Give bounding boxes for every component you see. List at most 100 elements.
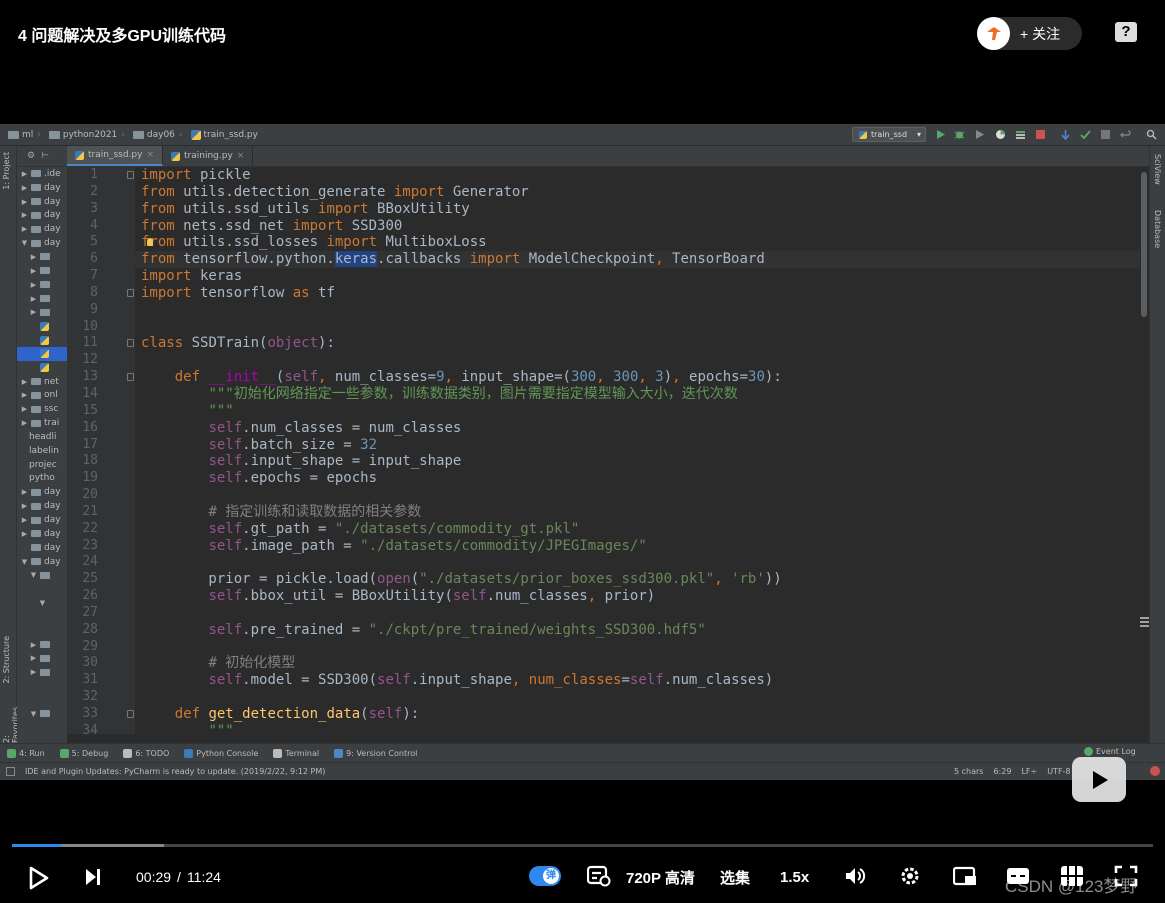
chevron-down-icon[interactable]: ▼	[38, 599, 47, 607]
chevron-right-icon[interactable]: ▶	[29, 654, 38, 662]
fold-marker-icon[interactable]	[127, 339, 134, 348]
profile-icon[interactable]	[995, 129, 1006, 140]
project-tree-item[interactable]: ▶ day	[17, 195, 67, 209]
stop-icon[interactable]	[1035, 129, 1046, 140]
code-line[interactable]: """	[135, 403, 1140, 420]
project-tree-item[interactable]: ▶	[17, 665, 67, 679]
chevron-right-icon[interactable]: ▶	[20, 530, 29, 538]
chevron-right-icon[interactable]: ▶	[29, 253, 38, 261]
chevron-right-icon[interactable]: ▶	[29, 295, 38, 303]
fold-marker-icon[interactable]	[127, 171, 134, 179]
chevron-down-icon[interactable]: ▼	[29, 571, 38, 579]
tab-train-ssd[interactable]: train_ssd.py ×	[67, 146, 163, 166]
code-line[interactable]	[135, 487, 1140, 504]
chevron-right-icon[interactable]: ▶	[20, 211, 29, 219]
code-line[interactable]	[135, 605, 1140, 622]
scrollbar-thumb[interactable]	[1141, 172, 1147, 317]
center-play-button[interactable]	[1072, 757, 1126, 802]
chevron-right-icon[interactable]: ▶	[20, 405, 29, 413]
project-tree-item[interactable]: projec	[17, 458, 67, 472]
code-line[interactable]	[135, 689, 1140, 706]
line-separator[interactable]: LF÷	[1021, 767, 1037, 776]
project-tree-item[interactable]: ▶ .ide	[17, 167, 67, 181]
vcs-update-icon[interactable]	[1060, 129, 1071, 140]
volume-icon[interactable]	[845, 866, 867, 886]
search-icon[interactable]	[1146, 129, 1157, 140]
chevron-right-icon[interactable]: ▶	[20, 502, 29, 510]
breadcrumb-ml[interactable]: ml	[8, 130, 33, 140]
project-tree-item[interactable]	[17, 333, 67, 347]
code-line[interactable]: """	[135, 723, 1140, 734]
project-tree-item[interactable]: ▶ day	[17, 209, 67, 223]
code-line[interactable]: self.bbox_util = BBoxUtility(self.num_cl…	[135, 588, 1140, 605]
project-tree-item[interactable]: ▶ day	[17, 527, 67, 541]
project-tree-item[interactable]: ▼	[17, 568, 67, 582]
code-line[interactable]	[135, 319, 1140, 336]
project-tree-item[interactable]: ▼	[17, 596, 67, 610]
structure-tool-tab[interactable]: 2: Structure	[2, 636, 11, 684]
danmaku-settings-icon[interactable]	[587, 865, 611, 887]
code-line[interactable]: """初始化网络指定一些参数，训练数据类别，图片需要指定模型输入大小，迭代次数	[135, 386, 1140, 403]
project-tree-item[interactable]: ▶ day	[17, 222, 67, 236]
tool-button-version-control[interactable]: 9: Version Control	[334, 748, 417, 758]
breadcrumb-train-ssd[interactable]: train_ssd.py	[190, 129, 258, 140]
chevron-right-icon[interactable]: ▶	[20, 391, 29, 399]
line-number-gutter[interactable]: 1 2 3 4 5 6 7 8 9 10 11 12 13 14 15 16 17 18 19 20 21 22 23 24 2…	[67, 167, 135, 734]
playback-speed-button[interactable]: 1.5x	[780, 863, 809, 891]
code-line[interactable]: self.batch_size = 32	[135, 437, 1140, 454]
project-tree-item[interactable]: ▼	[17, 707, 67, 721]
project-tree-item[interactable]	[17, 582, 67, 596]
project-tree-item[interactable]: ▶	[17, 292, 67, 306]
project-tree-item[interactable]: day	[17, 541, 67, 555]
project-tree-item[interactable]: headli	[17, 430, 67, 444]
chevron-right-icon[interactable]: ▶	[29, 668, 38, 676]
code-line[interactable]: from utils.detection_generate import Gen…	[135, 184, 1140, 201]
code-line[interactable]: self.epochs = epochs	[135, 470, 1140, 487]
chevron-right-icon[interactable]: ▶	[29, 267, 38, 275]
code-line[interactable]: from nets.ssd_net import SSD300	[135, 218, 1140, 235]
project-tree-item[interactable]: ▶	[17, 305, 67, 319]
follow-button[interactable]: + 关注	[1020, 24, 1060, 44]
chevron-right-icon[interactable]: ▶	[20, 225, 29, 233]
project-tree-item[interactable]: ▶	[17, 250, 67, 264]
chevron-down-icon[interactable]: ▼	[29, 710, 38, 718]
status-toggle-icon[interactable]	[6, 767, 15, 776]
code-line[interactable]: from tensorflow.python.keras.callbacks i…	[135, 251, 1140, 269]
project-tree-item[interactable]	[17, 610, 67, 624]
code-line[interactable]: self.input_shape = input_shape	[135, 453, 1140, 470]
editor-scrollbar[interactable]	[1140, 167, 1149, 734]
run-coverage-icon[interactable]	[974, 129, 985, 140]
project-tree-item[interactable]	[17, 361, 67, 375]
chevron-right-icon[interactable]: ▶	[20, 378, 29, 386]
tool-button-terminal[interactable]: Terminal	[273, 748, 319, 758]
code-line[interactable]: self.image_path = "./datasets/commodity/…	[135, 538, 1140, 555]
project-tree-item[interactable]: ▶ onl	[17, 389, 67, 403]
file-encoding[interactable]: UTF-8	[1047, 767, 1070, 776]
project-tree-item[interactable]	[17, 624, 67, 638]
next-episode-icon[interactable]	[84, 867, 102, 887]
code-line[interactable]	[135, 352, 1140, 369]
fold-marker-icon[interactable]	[127, 710, 134, 718]
caret-position[interactable]: 6:29	[993, 767, 1011, 776]
project-tree-item[interactable]	[17, 679, 67, 693]
vcs-commit-icon[interactable]	[1080, 129, 1091, 140]
project-tree-item[interactable]: ▶ day	[17, 485, 67, 499]
project-tree-item[interactable]: ▶ day	[17, 513, 67, 527]
code-line[interactable]: import keras	[135, 268, 1140, 285]
chevron-down-icon[interactable]: ▼	[20, 558, 29, 566]
help-icon[interactable]: ?	[1115, 22, 1137, 42]
tab-training[interactable]: training.py ×	[163, 146, 254, 166]
build-icon[interactable]	[1015, 129, 1026, 140]
chevron-right-icon[interactable]: ▶	[20, 488, 29, 496]
status-message[interactable]: IDE and Plugin Updates: PyCharm is ready…	[25, 767, 325, 776]
project-tree-item[interactable]: pytho	[17, 472, 67, 486]
code-line[interactable]: def __init__(self, num_classes=9, input_…	[135, 369, 1140, 386]
project-tree-item[interactable]: ▶ net	[17, 375, 67, 389]
gear-icon[interactable]: ⚙	[27, 151, 35, 161]
project-tree-item[interactable]: ▶	[17, 652, 67, 666]
project-tree-item[interactable]	[17, 693, 67, 707]
close-icon[interactable]: ×	[146, 150, 154, 160]
progress-bar[interactable]	[12, 844, 1153, 847]
event-log-button[interactable]: Event Log	[1084, 747, 1136, 756]
code-line[interactable]: self.model = SSD300(self.input_shape, nu…	[135, 672, 1140, 689]
